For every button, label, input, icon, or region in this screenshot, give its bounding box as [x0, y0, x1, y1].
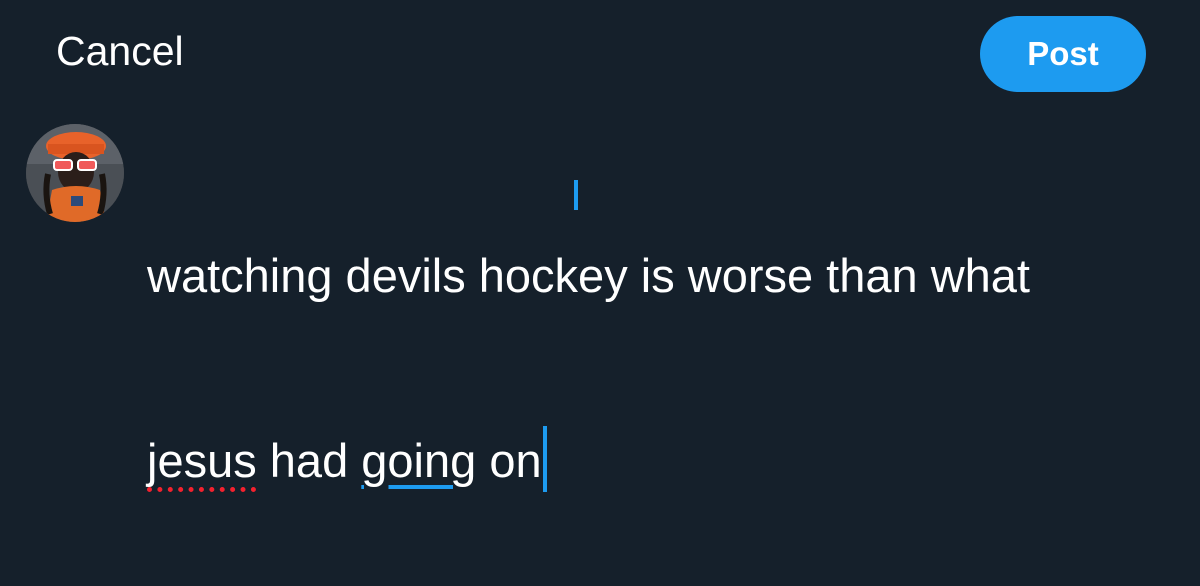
avatar-image	[26, 124, 124, 222]
suggested-word[interactable]: going	[361, 434, 476, 487]
text-segment: had	[256, 434, 362, 487]
text-cursor	[542, 426, 547, 492]
post-text-line-2: jesus had going on	[147, 426, 1167, 492]
post-text-field[interactable]: watching devils hockey is worse than wha…	[147, 126, 1167, 546]
cursor-handle[interactable]	[574, 180, 578, 210]
post-text-line-1: watching devils hockey is worse than wha…	[147, 249, 1030, 302]
avatar[interactable]	[26, 124, 124, 222]
cancel-button[interactable]: Cancel	[56, 24, 184, 78]
text-segment: on	[476, 434, 542, 487]
misspelled-word[interactable]: jesus	[147, 434, 257, 487]
post-button[interactable]: Post	[980, 16, 1146, 92]
